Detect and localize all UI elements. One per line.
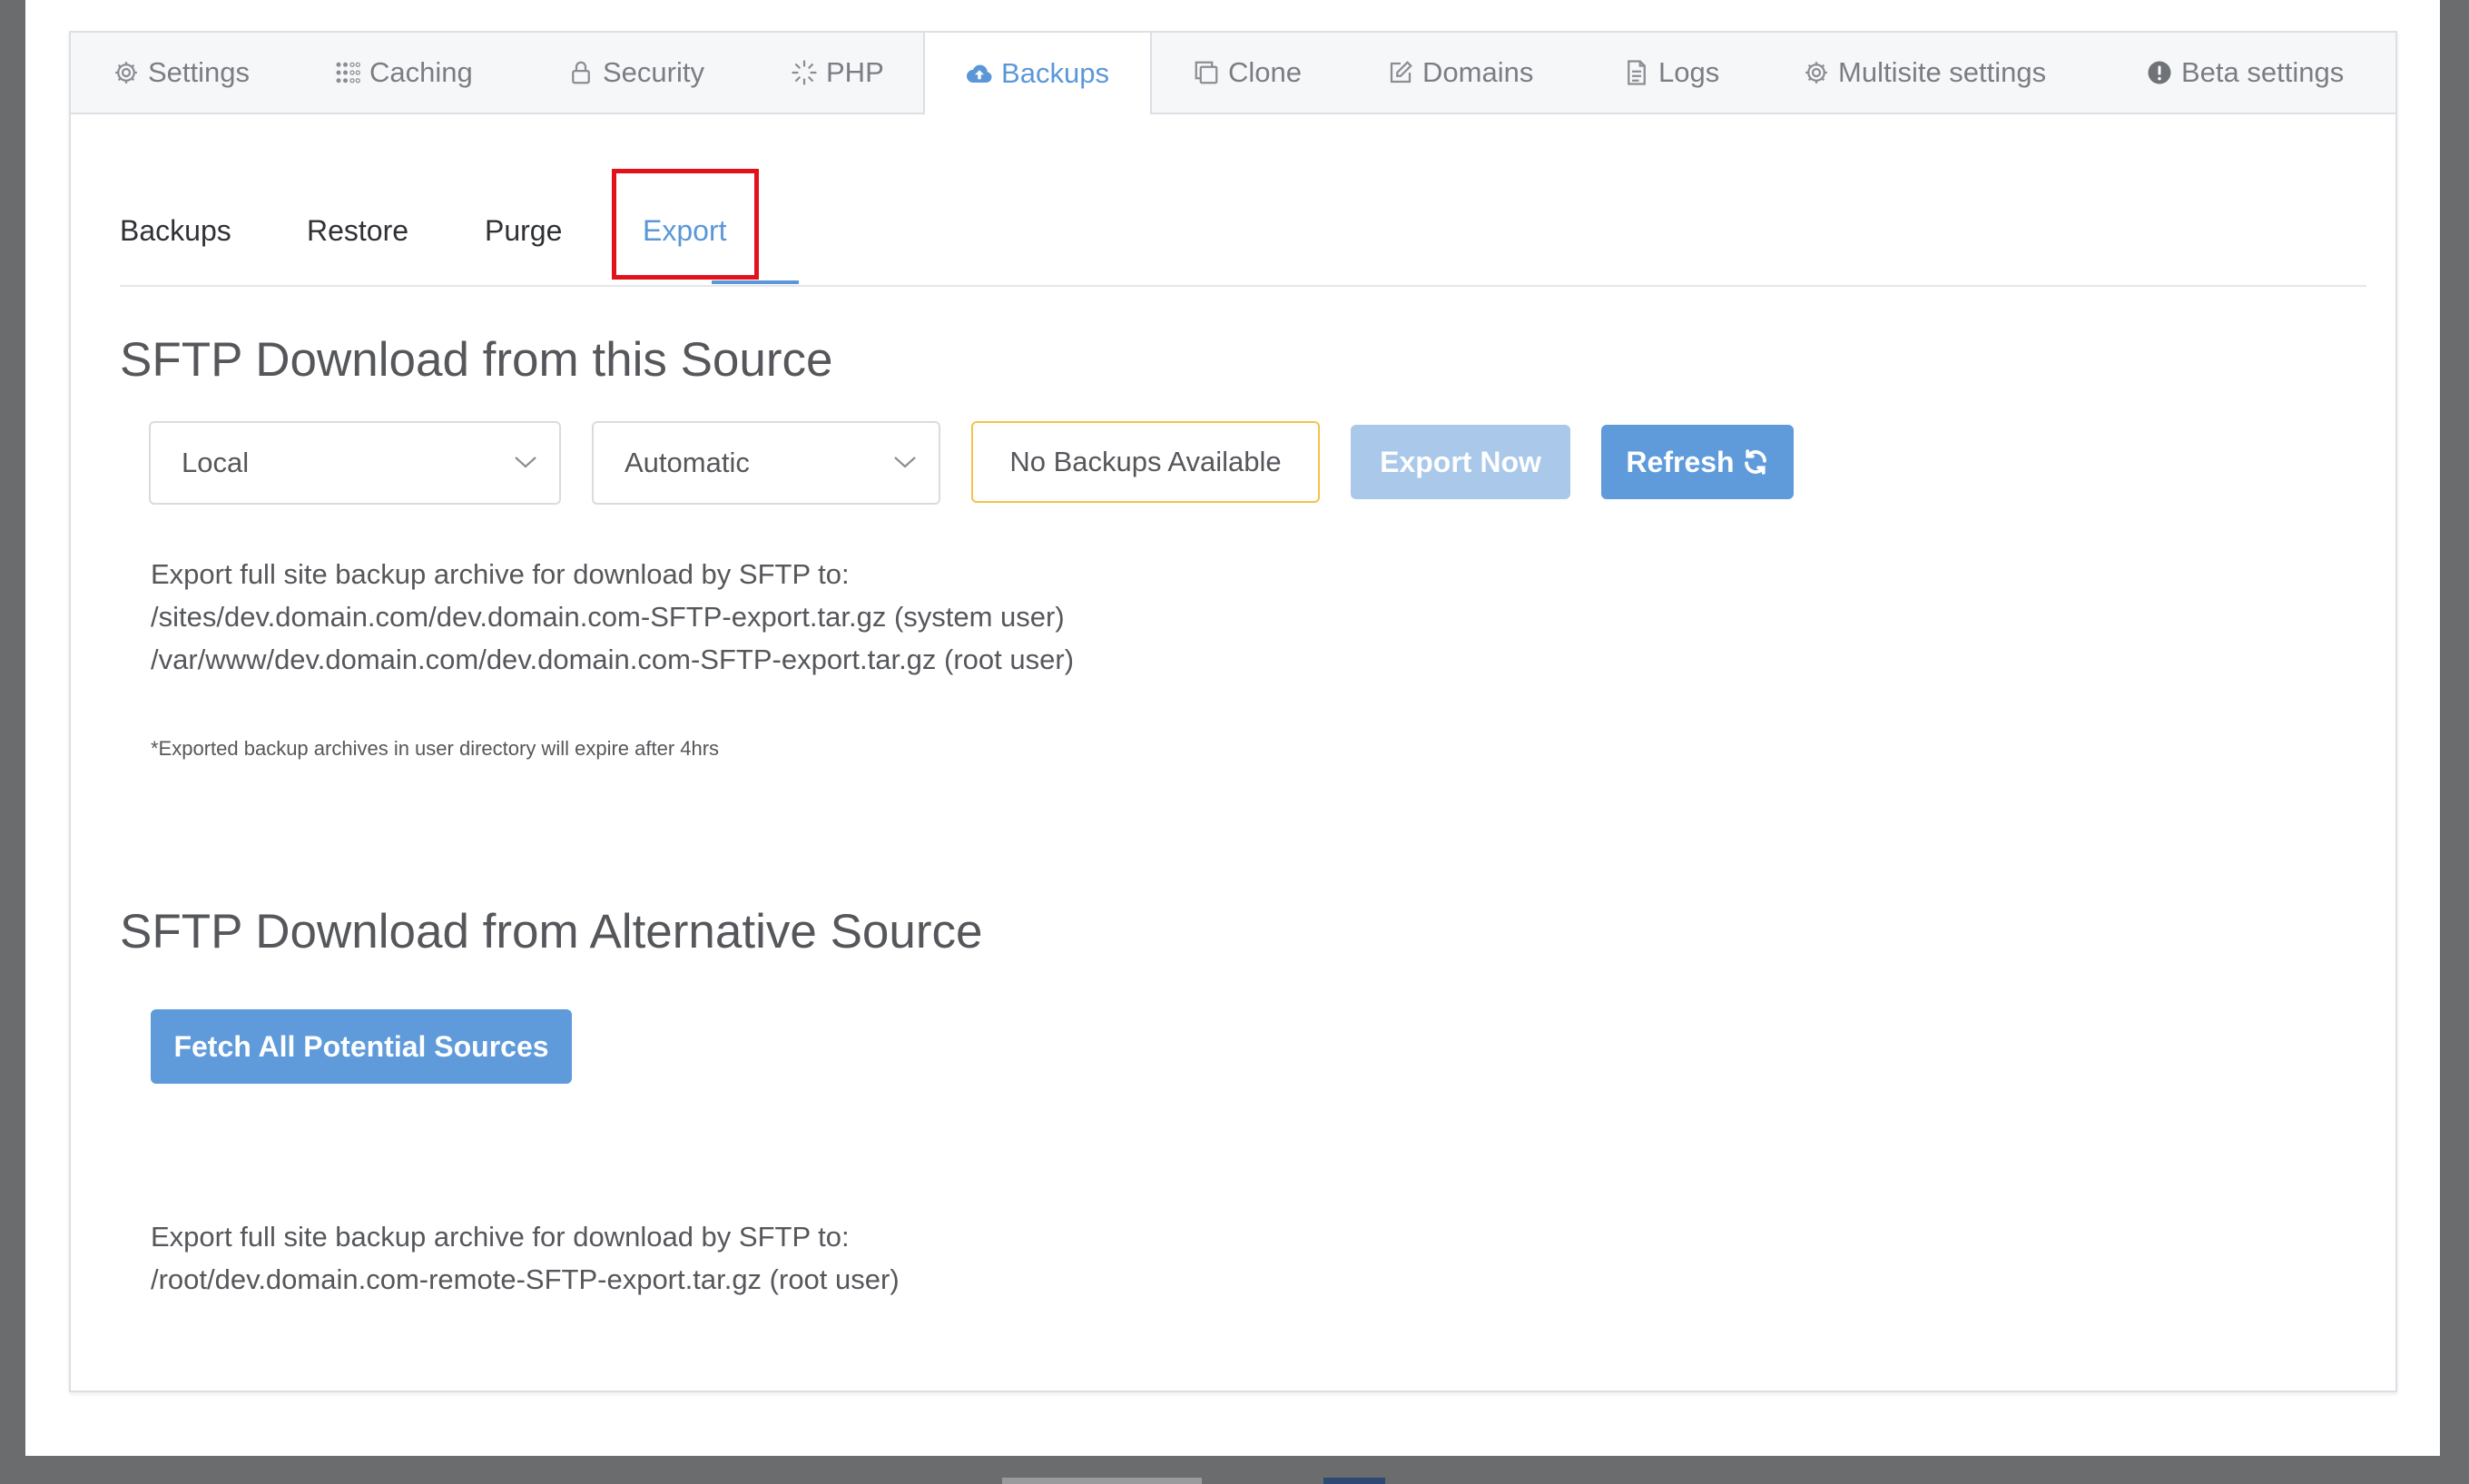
tab-label: Clone (1228, 56, 1302, 88)
main-tab-bar: Settings Caching Security PHP Backups Cl… (71, 33, 2395, 114)
refresh-button[interactable]: Refresh (1601, 425, 1794, 499)
copy-icon (1195, 61, 1218, 84)
subtab-restore[interactable]: Restore (307, 214, 408, 248)
select-value: Local (182, 447, 250, 478)
alternative-description: Export full site backup archive for down… (151, 1215, 900, 1301)
tab-label: Security (603, 56, 704, 88)
tab-label: Logs (1658, 56, 1720, 88)
tab-caching[interactable]: Caching (334, 33, 473, 113)
dots-grid-icon (336, 62, 360, 84)
description-line: /sites/dev.domain.com/dev.domain.com-SFT… (151, 601, 1065, 633)
settings-card: Settings Caching Security PHP Backups Cl… (69, 31, 2397, 1392)
background-element (1323, 1478, 1385, 1484)
export-description: Export full site backup archive for down… (151, 553, 1074, 681)
fetch-sources-button[interactable]: Fetch All Potential Sources (151, 1009, 572, 1084)
expiry-note: *Exported backup archives in user direct… (151, 737, 720, 760)
subtab-active-indicator (712, 280, 799, 284)
tab-security[interactable]: Security (567, 33, 704, 113)
section-heading: SFTP Download from this Source (120, 333, 833, 387)
description-line: Export full site backup archive for down… (151, 558, 850, 590)
tab-label: Backups (1001, 57, 1109, 89)
gear-icon (115, 62, 137, 84)
source-select[interactable]: Local (149, 421, 561, 505)
background-element (1002, 1478, 1202, 1484)
tab-domains[interactable]: Domains (1387, 33, 1533, 113)
tab-label: Beta settings (2181, 56, 2345, 88)
export-now-button[interactable]: Export Now (1351, 425, 1570, 499)
highlight-annotation (612, 169, 759, 280)
tab-multisite-settings[interactable]: Multisite settings (1803, 33, 2046, 113)
section-heading: SFTP Download from Alternative Source (120, 905, 983, 958)
tab-clone[interactable]: Clone (1193, 33, 1302, 113)
lock-icon (572, 61, 590, 84)
refresh-icon (1744, 449, 1766, 475)
alert-circle-icon (2148, 61, 2171, 84)
select-value: Automatic (625, 447, 750, 478)
subtab-purge[interactable]: Purge (485, 214, 562, 248)
button-label: Refresh (1626, 445, 1735, 478)
subtab-divider (120, 285, 2366, 287)
chevron-down-icon (515, 457, 536, 468)
tab-label: Caching (369, 56, 473, 88)
backup-type-select[interactable]: Automatic (592, 421, 940, 505)
button-label: Export Now (1380, 445, 1541, 478)
description-line: /root/dev.domain.com-remote-SFTP-export.… (151, 1263, 900, 1295)
description-line: Export full site backup archive for down… (151, 1221, 850, 1253)
status-badge: No Backups Available (971, 421, 1320, 503)
tab-logs[interactable]: Logs (1623, 33, 1719, 113)
gear-icon (1805, 62, 1827, 84)
chevron-down-icon (894, 457, 916, 468)
description-line: /var/www/dev.domain.com/dev.domain.com-S… (151, 644, 1075, 675)
file-icon (1628, 60, 1646, 85)
spinner-icon (792, 60, 817, 85)
tab-beta-settings[interactable]: Beta settings (2146, 33, 2344, 113)
tab-backups[interactable]: Backups (923, 33, 1152, 114)
edit-icon (1390, 61, 1412, 84)
tab-label: Settings (148, 56, 251, 88)
tab-php[interactable]: PHP (791, 33, 884, 113)
button-label: Fetch All Potential Sources (173, 1029, 549, 1063)
tab-settings[interactable]: Settings (113, 33, 250, 113)
cloud-upload-icon (967, 64, 992, 84)
tab-label: Multisite settings (1838, 56, 2047, 88)
tab-label: Domains (1422, 56, 1534, 88)
tab-label: PHP (826, 56, 884, 88)
subtab-backups[interactable]: Backups (120, 214, 231, 248)
